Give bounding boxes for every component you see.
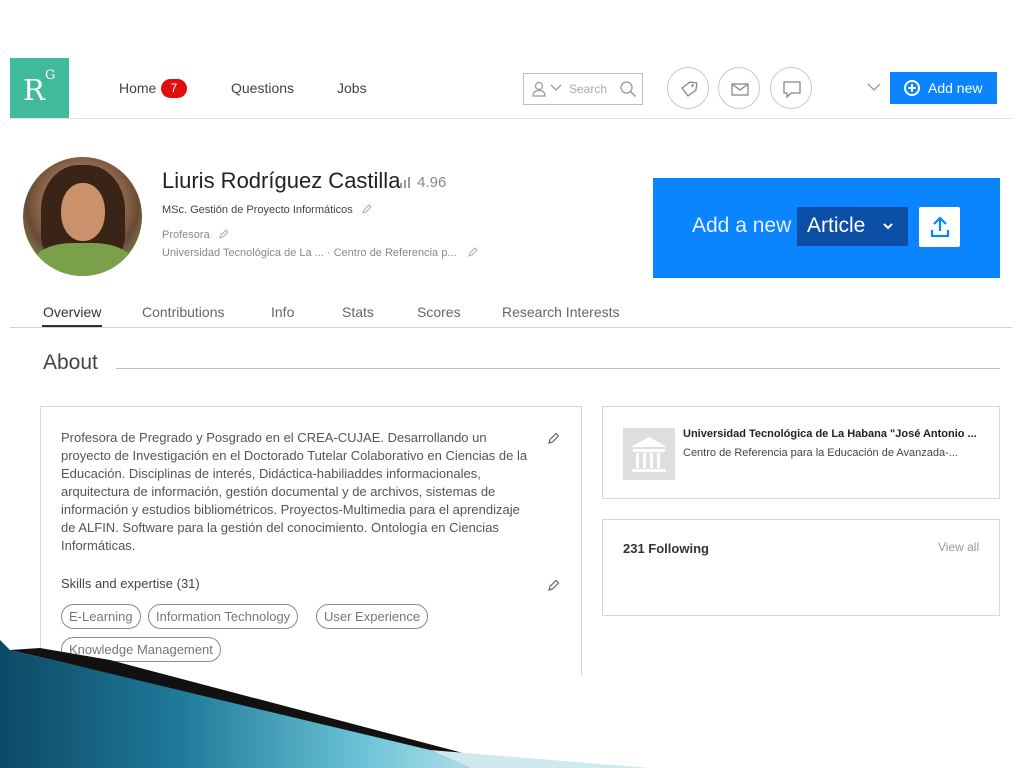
chevron-down-icon[interactable] <box>550 84 562 92</box>
profile-institution-text[interactable]: Universidad Tecnológica de La ... · Cent… <box>162 247 457 259</box>
slide-decoration <box>0 640 650 768</box>
institution-icon <box>623 428 675 480</box>
researchgate-logo[interactable]: R G <box>10 58 69 118</box>
edit-pencil-icon[interactable] <box>467 247 478 257</box>
profile-name: Liuris Rodríguez Castilla <box>162 168 401 193</box>
search-input[interactable]: Search <box>569 82 607 96</box>
about-divider <box>116 368 1000 369</box>
following-count: 231 Following <box>623 541 709 556</box>
chat-button[interactable] <box>770 67 812 109</box>
plus-circle-icon <box>904 80 920 96</box>
edit-pencil-icon[interactable] <box>548 579 560 591</box>
institution-name[interactable]: Universidad Tecnológica de La Habana "Jo… <box>683 428 983 440</box>
tab-stats[interactable]: Stats <box>342 304 374 320</box>
skill-tag[interactable]: Information Technology <box>148 604 299 629</box>
tab-overview[interactable]: Overview <box>43 304 101 320</box>
skill-tag[interactable]: User Experience <box>316 604 429 629</box>
active-tab-indicator <box>42 325 102 327</box>
following-card: 231 Following View all <box>602 519 1000 616</box>
home-notification-badge: 7 <box>161 79 187 98</box>
person-icon[interactable] <box>532 81 546 97</box>
upload-button[interactable] <box>919 207 960 247</box>
add-research-prefix: Add a new <box>692 214 792 237</box>
about-card: Profesora de Pregrado y Posgrado en el C… <box>40 406 582 676</box>
rg-score-value: 4.96 <box>417 174 447 191</box>
mail-icon <box>731 83 749 96</box>
tag-icon <box>681 81 698 97</box>
about-bio: Profesora de Pregrado y Posgrado en el C… <box>61 430 528 553</box>
chevron-down-icon <box>883 223 893 230</box>
institution-card[interactable]: Universidad Tecnológica de La Habana "Jo… <box>602 406 1000 499</box>
skills-heading: Skills and expertise (31) <box>61 576 200 591</box>
add-new-button[interactable]: Add new <box>890 72 997 104</box>
nav-home[interactable]: Home <box>119 80 156 96</box>
profile-degree-text: MSc. Gestión de Proyecto Informáticos <box>162 204 353 216</box>
upload-icon <box>930 216 950 238</box>
edit-pencil-icon[interactable] <box>548 432 560 444</box>
about-heading: About <box>43 351 98 374</box>
add-new-label: Add new <box>928 80 983 96</box>
tab-research-interests[interactable]: Research Interests <box>502 304 620 320</box>
profile-institution: Universidad Tecnológica de La ... · Cent… <box>162 247 478 259</box>
search-icon[interactable] <box>619 80 637 98</box>
profile-avatar[interactable] <box>23 157 142 276</box>
profile-tabs: Overview Contributions Info Stats Scores… <box>10 292 1012 328</box>
chat-icon <box>783 81 801 99</box>
account-chevron-icon[interactable] <box>867 83 881 92</box>
nav-jobs[interactable]: Jobs <box>337 80 367 96</box>
score-bars-icon <box>400 177 410 188</box>
research-type-select[interactable]: Article <box>797 207 908 246</box>
top-navigation-bar: R G Home 7 Questions Jobs Search Add new <box>10 58 1012 119</box>
tag-button[interactable] <box>667 67 709 109</box>
edit-pencil-icon[interactable] <box>218 229 229 239</box>
profile-position: Profesora <box>162 229 229 241</box>
tab-info[interactable]: Info <box>271 304 294 320</box>
rg-score[interactable]: 4.96 <box>400 174 446 191</box>
view-all-link[interactable]: View all <box>938 540 979 554</box>
tab-contributions[interactable]: Contributions <box>142 304 225 320</box>
logo-letter: R <box>23 73 45 107</box>
nav-questions[interactable]: Questions <box>231 80 294 96</box>
tab-scores[interactable]: Scores <box>417 304 461 320</box>
search-box[interactable]: Search <box>523 73 643 105</box>
research-type-value: Article <box>807 214 866 237</box>
logo-superscript: G <box>45 68 56 83</box>
messages-button[interactable] <box>718 67 760 109</box>
profile-degree: MSc. Gestión de Proyecto Informáticos <box>162 204 372 216</box>
institution-department[interactable]: Centro de Referencia para la Educación d… <box>683 447 983 459</box>
profile-position-text: Profesora <box>162 229 210 241</box>
edit-pencil-icon[interactable] <box>362 204 372 214</box>
skill-tag[interactable]: E-Learning <box>61 604 141 629</box>
add-research-banner: Add a new Article <box>653 178 1000 278</box>
